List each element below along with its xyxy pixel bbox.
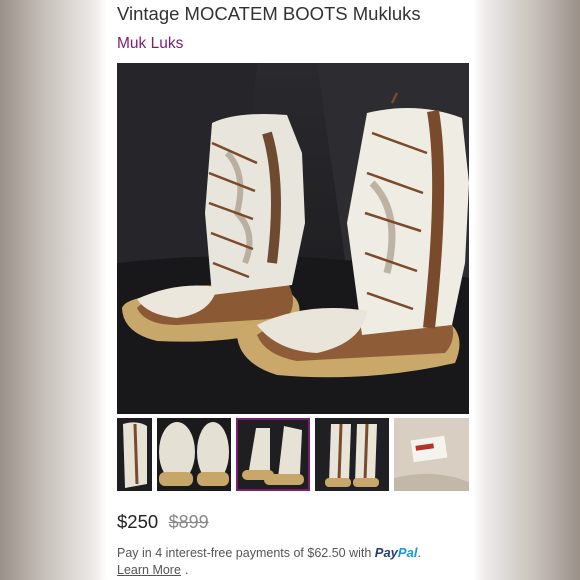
current-price: $250 — [117, 511, 159, 532]
boots-photo — [117, 63, 469, 414]
thumbnail-4[interactable] — [315, 418, 389, 491]
paypal-logo-pal: Pal — [397, 545, 418, 560]
thumbnail-2[interactable] — [157, 418, 231, 491]
learn-more-link[interactable]: Learn More — [117, 563, 181, 577]
thumbnail-1[interactable] — [117, 418, 152, 491]
learn-more-period: . — [185, 563, 189, 577]
installment-period: . — [417, 546, 421, 560]
thumbnail-3-selected[interactable] — [236, 418, 310, 491]
installment-message: Pay in 4 interest-free payments of $62.5… — [117, 546, 375, 560]
paypal-logo-pay: Pay — [374, 545, 398, 560]
main-product-image[interactable] — [117, 63, 469, 414]
thumbnail-5[interactable] — [394, 418, 469, 491]
listing-card: Vintage MOCATEM BOOTS Mukluks Muk Luks $… — [107, 0, 473, 580]
paypal-logo: PayPal — [375, 545, 418, 560]
original-price: $899 — [168, 512, 209, 532]
listing-title: Vintage MOCATEM BOOTS Mukluks — [117, 3, 421, 24]
installment-text: Pay in 4 interest-free payments of $62.5… — [117, 545, 421, 560]
price-row: $250 $899 — [117, 511, 209, 533]
thumbnail-strip — [117, 418, 469, 493]
brand-link[interactable]: Muk Luks — [117, 35, 183, 53]
